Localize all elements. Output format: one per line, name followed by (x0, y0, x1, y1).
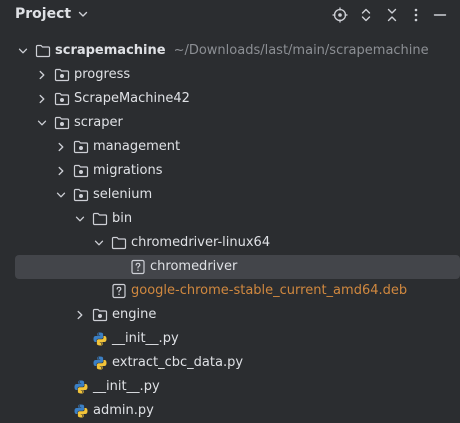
tree-item-label: selenium (93, 187, 153, 202)
project-title: Project (15, 6, 72, 22)
tree-item-label: bin (112, 211, 133, 226)
chevron-down-icon[interactable] (75, 214, 85, 224)
tree-item-extract-cbc-data-py[interactable]: extract_cbc_data.py (0, 351, 460, 375)
project-view-selector[interactable]: Project (15, 6, 89, 22)
tree-item-chromedriver-linux64[interactable]: chromedriver-linux64 (0, 231, 460, 255)
tree-item-label: admin.py (93, 403, 154, 418)
tree-item-label: ScrapeMachine42 (74, 91, 190, 106)
tree-item-selenium[interactable]: selenium (0, 183, 460, 207)
tree-item-label: engine (112, 307, 157, 322)
folder-icon (35, 43, 51, 59)
folder-icon (111, 235, 127, 251)
package-folder-icon (73, 187, 89, 203)
tree-item-label: management (93, 139, 181, 154)
root-path: ~/Downloads/last/main/scrapemachine (173, 43, 429, 58)
tree-item-bin[interactable]: bin (0, 207, 460, 231)
python-file-icon (73, 379, 89, 395)
unknown-file-icon (130, 259, 146, 275)
package-folder-icon (73, 139, 89, 155)
chevron-right-icon[interactable] (56, 166, 66, 176)
tree-item-migrations[interactable]: migrations (0, 159, 460, 183)
package-folder-icon (92, 307, 108, 323)
minimize-icon[interactable] (430, 5, 450, 25)
chevron-down-icon[interactable] (18, 46, 28, 56)
chevron-down-icon[interactable] (37, 118, 47, 128)
package-folder-icon (54, 67, 70, 83)
tree-item-engine[interactable]: engine (0, 303, 460, 327)
tree-item-chromedriver[interactable]: chromedriver (15, 255, 460, 279)
locate-icon[interactable] (330, 5, 350, 25)
tree-item-progress[interactable]: progress (0, 63, 460, 87)
tree-item-label: chromedriver-linux64 (131, 235, 271, 250)
chevron-right-icon[interactable] (37, 70, 47, 80)
tree-item-scrapemachine42[interactable]: ScrapeMachine42 (0, 87, 460, 111)
project-tool-window-header: Project (0, 0, 460, 30)
python-file-icon (92, 331, 108, 347)
tree-item-scraper[interactable]: scraper (0, 111, 460, 135)
tree-item-label: scraper (74, 115, 123, 130)
tree-item-management[interactable]: management (0, 135, 460, 159)
tree-item-label: progress (74, 67, 131, 82)
tree-item-label: __init__.py (112, 331, 179, 346)
chevron-right-icon[interactable] (56, 142, 66, 152)
tree-item-scrapemachine[interactable]: scrapemachine ~/Downloads/last/main/scrap… (0, 39, 460, 63)
tree-item-scraper-init-py[interactable]: __init__.py (0, 375, 460, 399)
package-folder-icon (54, 115, 70, 131)
tree-item-admin-py[interactable]: admin.py (0, 399, 460, 423)
chevron-right-icon[interactable] (37, 94, 47, 104)
unknown-file-icon (111, 283, 127, 299)
tree-item-label: chromedriver (150, 259, 238, 274)
python-file-icon (73, 403, 89, 419)
tree-item-label: __init__.py (93, 379, 160, 394)
chevron-down-icon (78, 11, 88, 17)
python-file-icon (92, 355, 108, 371)
root-name: scrapemachine (55, 43, 166, 58)
tree-item-selenium-init-py[interactable]: __init__.py (0, 327, 460, 351)
package-folder-icon (54, 91, 70, 107)
tree-item-label: scrapemachine ~/Downloads/last/main/scrap… (55, 43, 429, 59)
tree-item-google-chrome-deb[interactable]: google-chrome-stable_current_amd64.deb (0, 279, 460, 303)
tree-item-label: extract_cbc_data.py (112, 355, 244, 370)
folder-icon (92, 211, 108, 227)
tree-item-label: migrations (93, 163, 163, 178)
expand-all-icon[interactable] (356, 5, 376, 25)
package-folder-icon (73, 163, 89, 179)
chevron-down-icon[interactable] (94, 238, 104, 248)
chevron-down-icon[interactable] (56, 190, 66, 200)
tree-item-label: google-chrome-stable_current_amd64.deb (131, 283, 408, 298)
chevron-right-icon[interactable] (75, 310, 85, 320)
collapse-all-icon[interactable] (382, 5, 402, 25)
more-options-icon[interactable] (406, 5, 426, 25)
